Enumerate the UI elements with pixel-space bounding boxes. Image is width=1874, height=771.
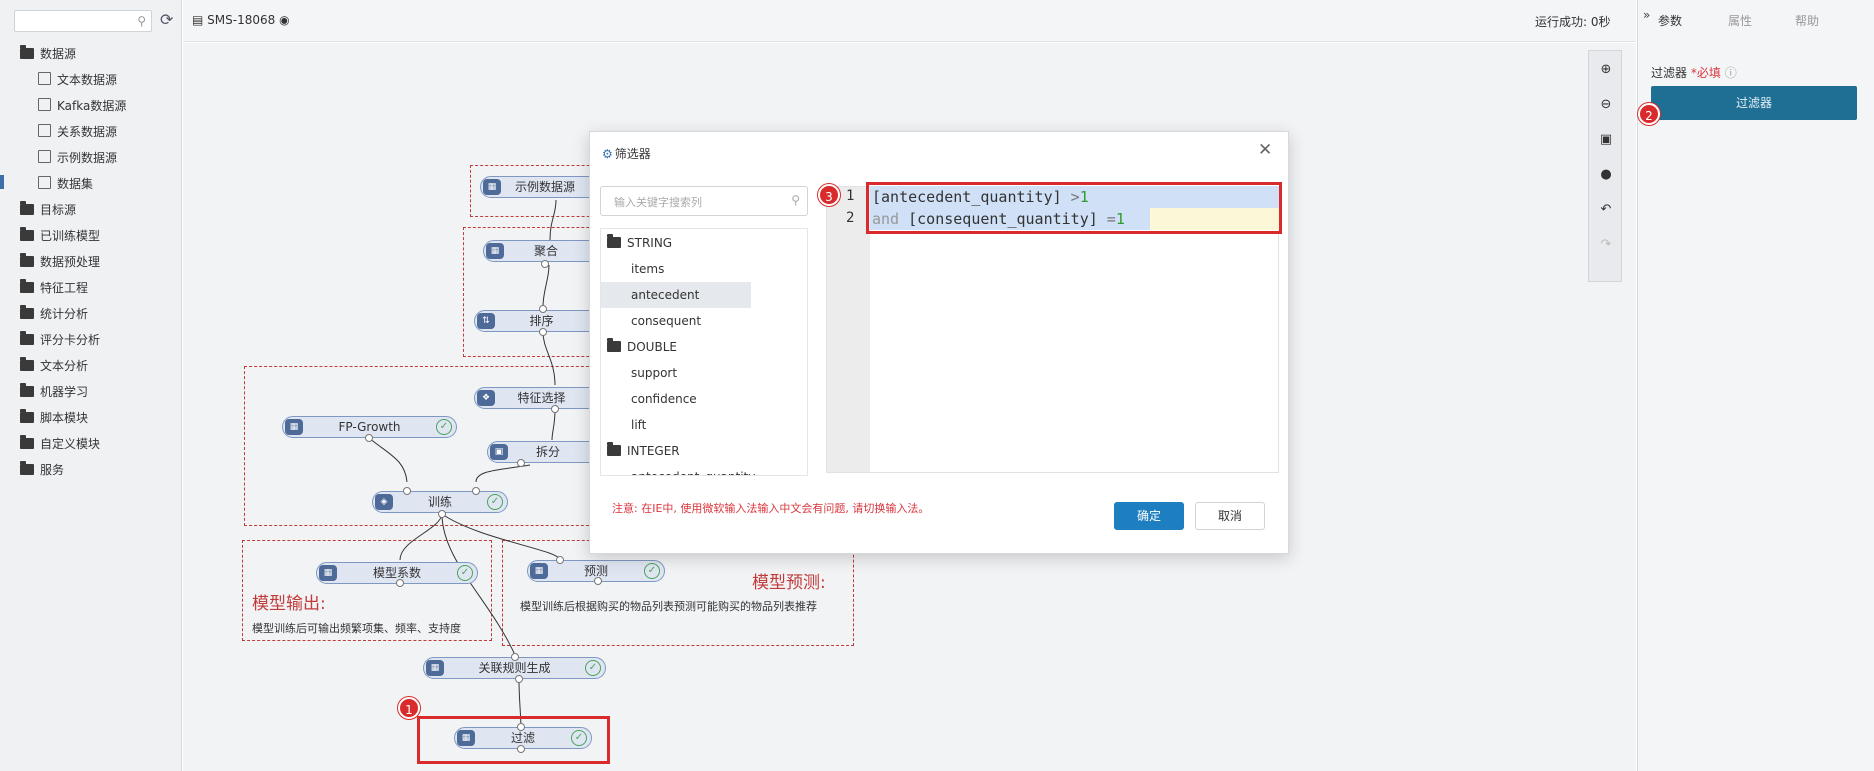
field-item[interactable]: consequent [631,308,701,334]
field-item[interactable]: items [631,256,664,282]
predict-icon: ▦ [530,563,548,579]
editor-gutter [827,187,870,472]
edge-train-predict [441,513,561,561]
aggregate-icon: ▦ [486,243,504,259]
port[interactable] [517,459,525,467]
port[interactable] [551,405,559,413]
field-type-string[interactable]: STRING [607,230,672,256]
field-type-integer[interactable]: INTEGER [607,438,680,464]
sort-icon: ⇅ [477,313,495,329]
dialog-title-text: 筛选器 [614,147,651,161]
edge-train-rules [441,513,516,656]
folder-icon [607,338,621,352]
zoom-out-icon[interactable]: ⊖ [1597,96,1615,114]
check-icon: ✓ [487,494,503,510]
canvas-toolbar: ⊕ ⊖ ▣ ● ↶ ↷ [1588,50,1622,282]
fit-view-icon[interactable]: ▣ [1597,131,1615,149]
node-label: 特征选择 [517,391,566,405]
rules-icon: ▦ [426,660,444,676]
node-label: 训练 [427,495,452,509]
field-type-label: INTEGER [627,444,680,458]
port[interactable] [511,653,519,661]
port[interactable] [365,434,373,442]
node-label: 聚合 [533,244,558,258]
check-icon: ✓ [457,565,473,581]
edge-fpgrowth-train [368,437,408,483]
datasource-icon: ▦ [483,179,501,195]
field-item[interactable]: confidence [631,386,697,412]
redo-icon[interactable]: ↷ [1597,236,1615,254]
tab-properties[interactable]: 属性 [1728,12,1752,29]
line-number: 2 [846,210,855,226]
port[interactable] [541,260,549,268]
field-type-label: STRING [627,236,673,250]
split-icon: ▣ [490,444,508,460]
highlight-filter-node [417,716,610,764]
node-label: 关联规则生成 [478,661,551,675]
field-type-label: DOUBLE [627,340,677,354]
edge-train-coef [399,513,443,561]
train-icon: ◈ [375,494,393,510]
field-item[interactable]: antecedent_quantity [631,464,755,475]
required-mark: *必填 [1690,66,1721,80]
edge-feature-split [551,409,556,441]
gear-icon: ⚙ [602,147,613,161]
port[interactable] [472,487,480,495]
port[interactable] [594,577,602,585]
port[interactable] [438,510,446,518]
field-list: STRING items antecedent consequent DOUBL… [600,228,808,476]
field-search-placeholder: 输入关键字搜索列 [614,196,702,209]
model-icon: ▦ [319,565,337,581]
field-item[interactable]: lift [631,412,646,438]
zoom-in-icon[interactable]: ⊕ [1597,61,1615,79]
edge-aggregate-sort [542,264,550,308]
folder-icon [607,234,621,248]
tab-help[interactable]: 帮助 [1795,12,1819,29]
filter-label-text: 过滤器 [1651,66,1688,80]
help-icon[interactable]: ⓘ [1725,66,1737,80]
port[interactable] [556,556,564,564]
filter-button[interactable]: 过滤器 [1651,86,1857,120]
dialog-title: ⚙ 筛选器 [602,145,651,162]
search-icon: ⚲ [791,193,800,207]
confirm-button[interactable]: 确定 [1114,502,1184,530]
port[interactable] [515,675,523,683]
port[interactable] [396,579,404,587]
field-item[interactable]: support [631,360,677,386]
field-search-input[interactable]: 输入关键字搜索列 ⚲ [600,186,808,216]
filter-param-label: 过滤器 *必填 ⓘ [1651,64,1737,81]
edge-sample-aggregate [549,199,557,241]
check-icon: ✓ [644,563,660,579]
node-label: 示例数据源 [514,180,575,194]
step-badge-3: 3 [818,184,840,206]
feature-icon: ❖ [477,390,495,406]
check-icon: ✓ [436,419,452,435]
algorithm-icon: ▦ [285,419,303,435]
step-badge-2: 2 [1638,103,1660,125]
collapse-panel-icon[interactable]: » [1643,8,1650,22]
folder-icon [607,442,621,456]
check-icon: ✓ [585,660,601,676]
node-label: 拆分 [535,445,560,459]
port[interactable] [539,328,547,336]
field-type-double[interactable]: DOUBLE [607,334,677,360]
undo-icon[interactable]: ↶ [1597,201,1615,219]
field-item[interactable]: antecedent [631,282,699,308]
highlight-expression [866,182,1282,234]
edge-sort-feature [542,331,556,386]
tab-params[interactable]: 参数 [1658,12,1682,29]
close-icon[interactable]: ✕ [1258,140,1272,160]
locate-icon[interactable]: ● [1597,166,1615,184]
cancel-button[interactable]: 取消 [1195,502,1265,530]
port[interactable] [403,487,411,495]
ime-notice: 注意: 在IE中, 使用微软输入法输入中文会有问题, 请切换输入法。 [612,502,930,515]
port[interactable] [539,305,547,313]
step-badge-1: 1 [398,697,420,719]
line-number: 1 [846,188,855,204]
edge-split-train [475,464,531,483]
